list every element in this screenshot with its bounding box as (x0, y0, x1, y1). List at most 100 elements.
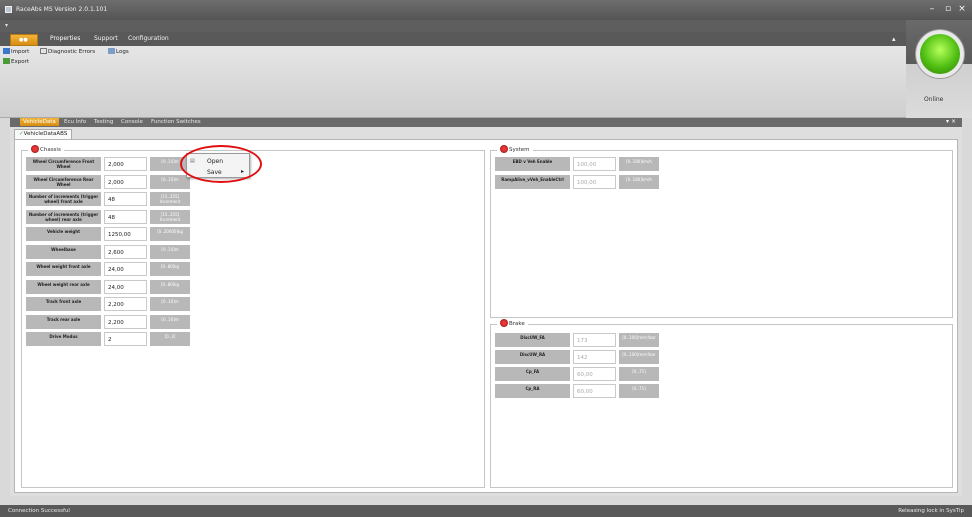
app-icon (5, 6, 12, 13)
brake-field-value[interactable]: 142 (573, 350, 616, 364)
chassis-field-unit: [0..80]kg (150, 262, 190, 276)
status-left: Connection Successful (8, 508, 70, 514)
brake-field-label: Cp_FA (495, 367, 570, 381)
system-group: System EBD v Veh Enable 100,00 [0..180]km/… (490, 145, 953, 318)
brake-field-label: DiscUW_FA (495, 333, 570, 347)
chassis-field-unit: [0..10]m (150, 314, 190, 329)
tab-properties[interactable]: Properties (50, 35, 80, 42)
doc-tab-vehicledata[interactable]: VehicleData (20, 118, 59, 126)
chassis-field-label: Wheel Circumference Rear Wheel (26, 174, 101, 189)
chassis-field-label: Wheel weight rear axle (26, 279, 101, 294)
quick-access-arrow-icon[interactable]: ▾ (5, 22, 8, 29)
brake-group: Brake DiscUW_FA 173 [0..100]mm²/bar DiscUW_… (490, 319, 953, 488)
brake-field-value[interactable]: 60,00 (573, 384, 616, 398)
chassis-field-value[interactable]: 2,000 (104, 174, 147, 189)
system-icon (500, 145, 508, 153)
chassis-field-label: Wheel weight front axle (26, 262, 101, 276)
chassis-field-unit: [0..20000]kg (150, 227, 190, 241)
chassis-field-unit: [15..255] Increment (150, 209, 190, 224)
logs-icon (108, 48, 115, 54)
brake-field-value[interactable]: 173 (573, 333, 616, 347)
chassis-field-unit: [15..255] Increment (150, 192, 190, 206)
online-status-led (916, 30, 964, 78)
file-menu-dots-icon: ●● (19, 37, 28, 43)
minimize-button[interactable]: – (926, 4, 938, 15)
brake-field-unit: [0..75] (619, 367, 659, 381)
chassis-field-unit: [0..10]m (150, 297, 190, 311)
tab-configuration[interactable]: Configuration (128, 35, 169, 42)
chassis-field-label: Wheel Circumference Front Wheel (26, 157, 101, 171)
document-tab-bar: VehicleData Ecu Info Testing Console Fun… (10, 118, 962, 127)
status-bar: Connection Successful Releasing lock in … (0, 505, 972, 517)
window-title: RaceAbs MS Version 2.0.1.101 (16, 6, 108, 13)
online-label: Online (924, 96, 944, 103)
online-indicator-area: Online (906, 20, 972, 118)
ribbon-tab-bar: ●● Properties Support Configuration ▴ (0, 32, 972, 46)
system-field-value[interactable]: 100,00 (573, 175, 616, 189)
chassis-field-label: Number of increments (trigger wheel) rea… (26, 209, 101, 224)
chassis-field-value[interactable]: 2,600 (104, 244, 147, 259)
logs-button[interactable]: Logs (108, 48, 129, 55)
chassis-field-label: Drive Modus (26, 332, 101, 346)
doc-pin-close-icons[interactable]: ▾ × (946, 118, 956, 125)
import-button[interactable]: Import (3, 48, 29, 55)
chassis-field-unit: [0..80]kg (150, 279, 190, 294)
chassis-field-unit: [0..3] (150, 332, 190, 346)
document-area: VehicleData Ecu Info Testing Console Fun… (10, 118, 962, 496)
brake-icon (500, 319, 508, 327)
brake-field-unit: [0..100]mm²/bar (619, 350, 659, 364)
brake-field-unit: [0..100]mm²/bar (619, 333, 659, 347)
chassis-field-label: Wheelbase (26, 244, 101, 259)
system-field-unit: [0..180]km/h (619, 157, 659, 171)
chassis-field-unit: [0..10]m (150, 174, 190, 189)
vehicle-data-content: Chassis Wheel Circumference Front Wheel 2… (14, 139, 958, 493)
window-titlebar: RaceAbs MS Version 2.0.1.101 – ▫ × (0, 0, 972, 20)
chassis-field-value[interactable]: 24,00 (104, 262, 147, 276)
doc-tab-testing[interactable]: Testing (94, 119, 113, 125)
brake-field-label: DiscUW_RA (495, 350, 570, 364)
chassis-field-value[interactable]: 24,00 (104, 279, 147, 294)
close-button[interactable]: × (956, 4, 968, 15)
brake-field-label: Cp_RA (495, 384, 570, 398)
ribbon-collapse-icon[interactable]: ▴ (892, 35, 896, 43)
export-button[interactable]: Export (3, 58, 29, 65)
subtab-vehicledataabs[interactable]: ✓VehicleDataABS (14, 129, 73, 139)
system-field-label: EBD v Veh Enable (495, 157, 570, 171)
chassis-field-value[interactable]: 2 (104, 332, 147, 346)
maximize-button[interactable]: ▫ (942, 4, 954, 15)
quick-access-toolbar: ▾ (0, 20, 972, 32)
system-group-title: System (497, 145, 533, 153)
file-menu-button[interactable]: ●● (10, 34, 38, 46)
tab-support[interactable]: Support (94, 35, 118, 42)
diagnostic-icon (40, 48, 47, 54)
brake-field-unit: [0..75] (619, 384, 659, 398)
chassis-field-value[interactable]: 48 (104, 209, 147, 224)
import-icon (3, 48, 10, 54)
chassis-field-value[interactable]: 2,200 (104, 297, 147, 311)
chassis-field-unit: [0..10]m (150, 244, 190, 259)
chassis-group-title: Chassis (28, 145, 64, 153)
chassis-field-value[interactable]: 2,200 (104, 314, 147, 329)
chassis-field-label: Track rear axle (26, 314, 101, 329)
chassis-icon (31, 145, 39, 153)
system-field-unit: [0..180]km/h (619, 175, 659, 189)
chassis-field-label: Vehicle weight (26, 227, 101, 241)
brake-field-value[interactable]: 60,00 (573, 367, 616, 381)
red-highlight-ellipse (180, 145, 262, 183)
diagnostic-errors-button[interactable]: Diagnostic Errors (40, 48, 95, 55)
chassis-field-value[interactable]: 1250,00 (104, 227, 147, 241)
doc-tab-function-switches[interactable]: Function Switches (151, 119, 201, 125)
chassis-group: Chassis Wheel Circumference Front Wheel 2… (21, 145, 485, 488)
ribbon-panel: Import Export Diagnostic Errors Logs (0, 46, 972, 118)
status-right: Releasing lock in SysTip (898, 508, 964, 514)
chassis-field-label: Number of increments (trigger wheel) fro… (26, 192, 101, 206)
chassis-field-value[interactable]: 48 (104, 192, 147, 206)
doc-tab-ecu-info[interactable]: Ecu Info (64, 119, 86, 125)
chassis-field-value[interactable]: 2,000 (104, 157, 147, 171)
chassis-field-label: Track front axle (26, 297, 101, 311)
system-field-value[interactable]: 100,00 (573, 157, 616, 171)
system-field-label: RampAlive_vVeh_EnableCtrl (495, 175, 570, 189)
export-icon (3, 58, 10, 64)
brake-group-title: Brake (497, 319, 528, 327)
doc-tab-console[interactable]: Console (121, 119, 143, 125)
